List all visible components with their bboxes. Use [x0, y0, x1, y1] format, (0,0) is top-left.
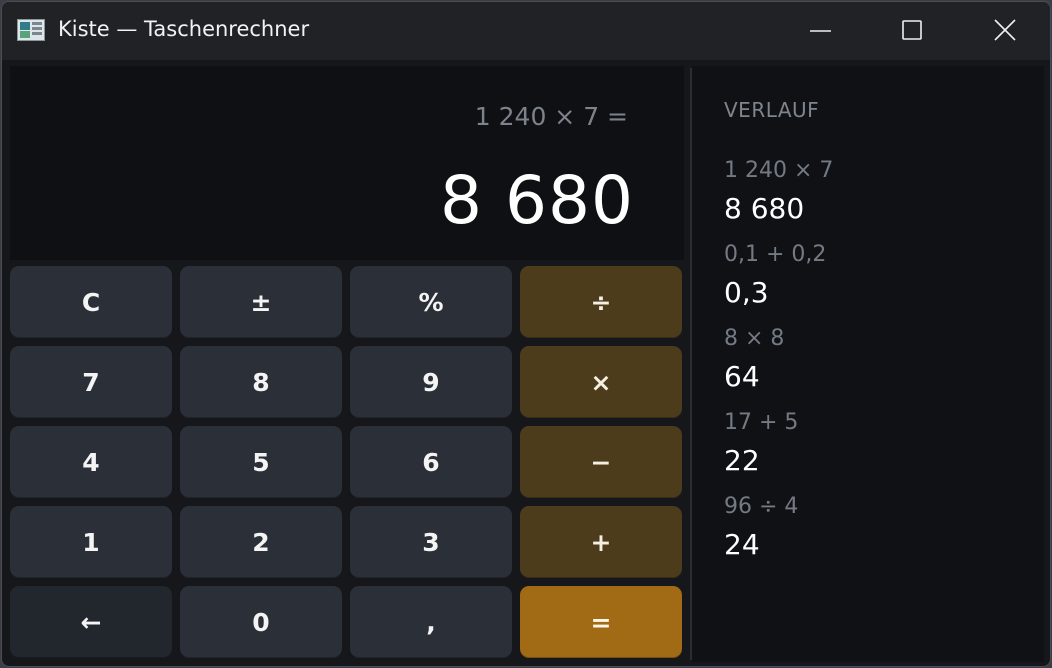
digit-3-button[interactable]: 3 [350, 506, 512, 578]
digit-7-button[interactable]: 7 [10, 346, 172, 418]
close-button[interactable] [958, 2, 1048, 60]
history-expression: 8 × 8 [724, 326, 785, 351]
expression-text: 1 240 × 7 = [474, 102, 628, 131]
history-expression: 17 + 5 [724, 410, 799, 435]
maximize-button[interactable] [864, 2, 954, 60]
history-heading: VERLAUF [724, 98, 820, 122]
digit-0-button[interactable]: 0 [180, 586, 342, 658]
window-title: Kiste — Taschenrechner [58, 17, 310, 41]
digit-1-button[interactable]: 1 [10, 506, 172, 578]
equals-button[interactable]: = [520, 586, 682, 658]
history-result: 64 [724, 360, 760, 393]
calculator-display: 1 240 × 7 = 8 680 [10, 66, 684, 260]
divide-button[interactable]: ÷ [520, 266, 682, 338]
add-button[interactable]: + [520, 506, 682, 578]
minimize-icon [810, 30, 831, 32]
history-result: 24 [724, 528, 760, 561]
digit-6-button[interactable]: 6 [350, 426, 512, 498]
subtract-button[interactable]: − [520, 426, 682, 498]
history-result: 22 [724, 444, 760, 477]
decimal-comma-button[interactable]: , [350, 586, 512, 658]
calculator-pane: 1 240 × 7 = 8 680 C ±% ÷ 7 8 9 × 4 5 6− 1 2 3 + ← 0, = [10, 66, 684, 662]
history-expression: 1 240 × 7 [724, 158, 834, 183]
sign-toggle-button[interactable]: ± [180, 266, 342, 338]
app-icon [17, 19, 45, 41]
keypad: C ±% ÷ 7 8 9 × 4 5 6− 1 2 3 + ← 0, = [10, 266, 686, 662]
digit-5-button[interactable]: 5 [180, 426, 342, 498]
history-result: 0,3 [724, 276, 769, 309]
minimize-button[interactable] [774, 2, 864, 60]
close-icon [994, 19, 1016, 41]
history-result: 8 680 [724, 192, 805, 225]
calculator-window: Kiste — Taschenrechner 1 240 × 7 = 8 680… [1, 1, 1051, 667]
digit-9-button[interactable]: 9 [350, 346, 512, 418]
digit-4-button[interactable]: 4 [10, 426, 172, 498]
clear-button[interactable]: C [10, 266, 172, 338]
digit-8-button[interactable]: 8 [180, 346, 342, 418]
history-expression: 0,1 + 0,2 [724, 242, 827, 267]
percent-button[interactable]: % [350, 266, 512, 338]
history-pane: VERLAUF 1 240 × 7 8 680 0,1 + 0,2 0,3 8 × 8 6… [692, 66, 1044, 662]
maximize-icon [902, 20, 922, 40]
digit-2-button[interactable]: 2 [180, 506, 342, 578]
title-bar[interactable]: Kiste — Taschenrechner [2, 2, 1050, 60]
history-expression: 96 ÷ 4 [724, 494, 799, 519]
result-text: 8 680 [440, 162, 634, 239]
backspace-button[interactable]: ← [10, 586, 172, 658]
multiply-button[interactable]: × [520, 346, 682, 418]
